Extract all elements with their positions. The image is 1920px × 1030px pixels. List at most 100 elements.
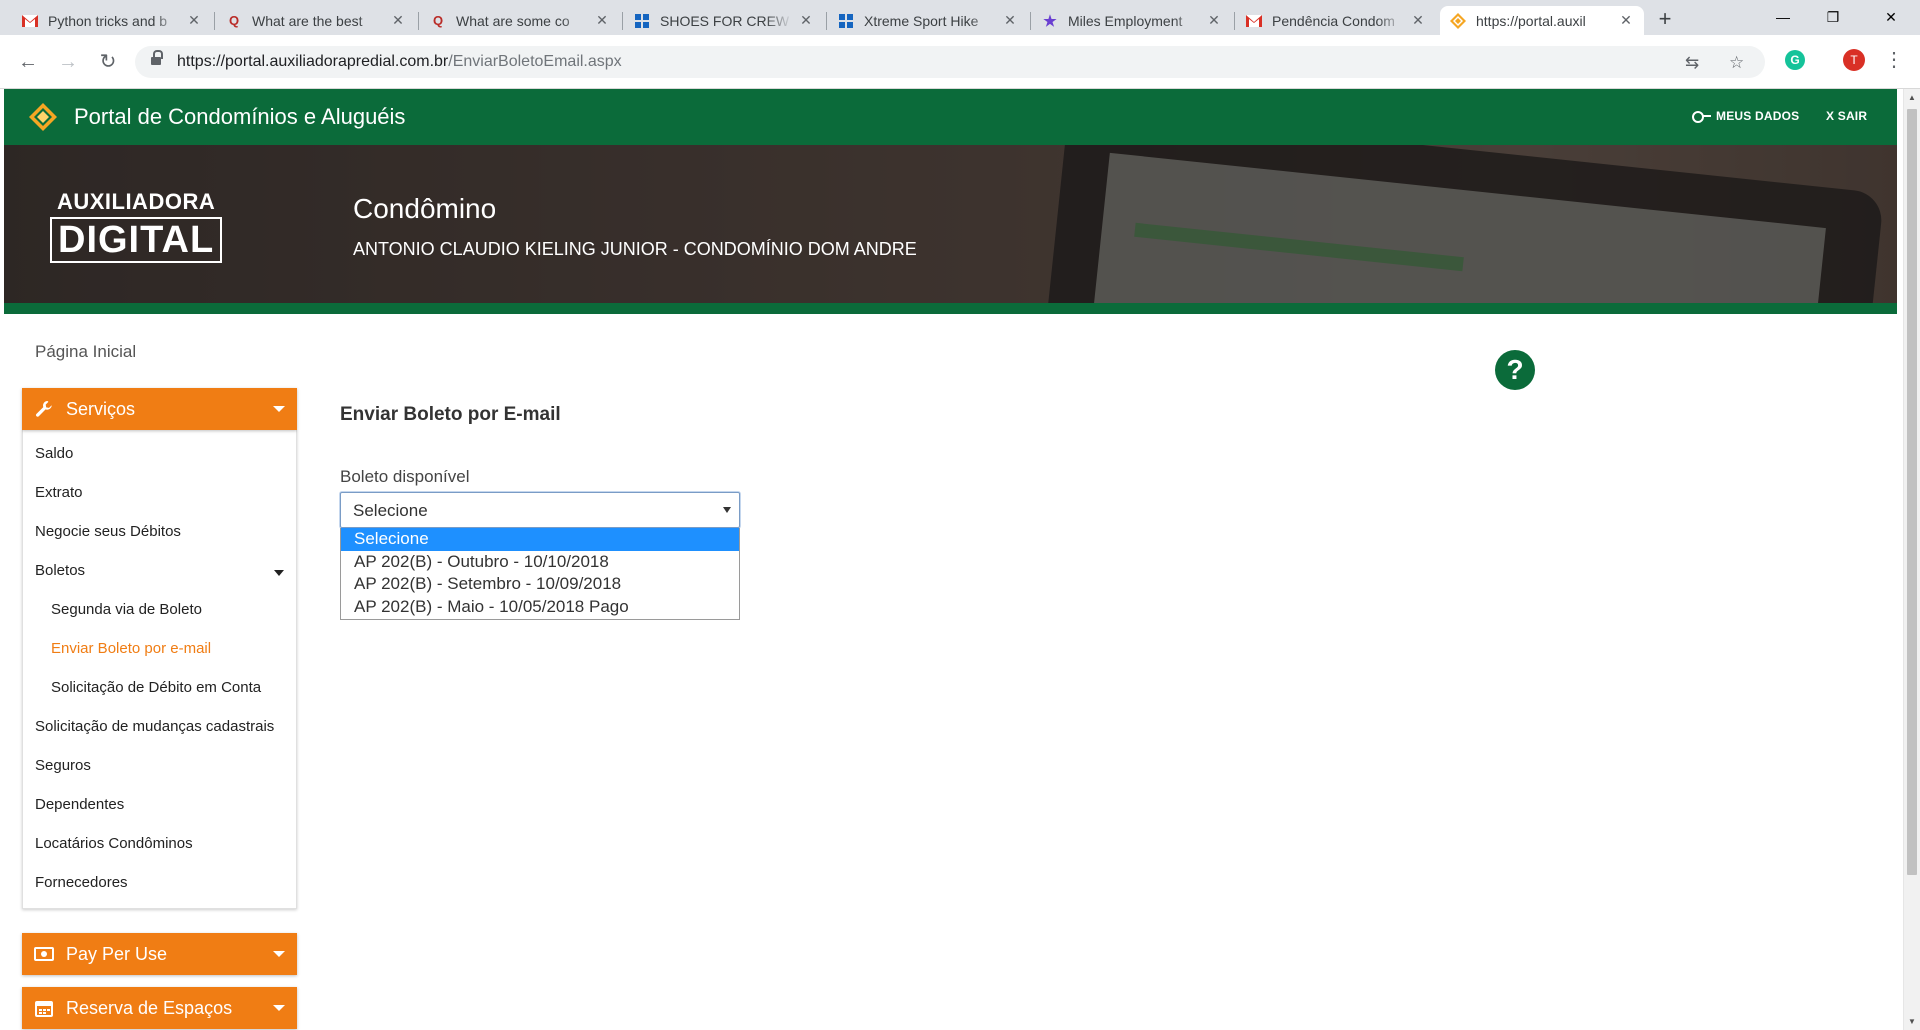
browser-tab-bar: Python tricks and b ✕ Q What are the bes… <box>0 0 1920 35</box>
money-icon <box>34 945 54 963</box>
tab-close-icon[interactable]: ✕ <box>186 12 202 29</box>
tab-portal-active[interactable]: https://portal.auxil ✕ <box>1440 6 1644 35</box>
minimize-button[interactable]: — <box>1760 0 1806 35</box>
translate-icon[interactable]: ⇆ <box>1685 53 1699 73</box>
sidebar-item-fornecedores[interactable]: Fornecedores <box>23 863 296 902</box>
gmail-icon <box>22 13 38 29</box>
pay-per-use-panel-header[interactable]: Pay Per Use <box>22 933 297 975</box>
tab-close-icon[interactable]: ✕ <box>1002 12 1018 29</box>
tab-miles-employment[interactable]: ★ Miles Employment ✕ <box>1032 6 1232 35</box>
tab-close-icon[interactable]: ✕ <box>1410 12 1426 29</box>
tab-close-icon[interactable]: ✕ <box>594 12 610 29</box>
services-panel-header[interactable]: Serviços <box>22 388 297 430</box>
globe-icon <box>838 13 854 29</box>
boleto-select-value: Selecione <box>353 501 428 520</box>
sidebar-item-saldo[interactable]: Saldo <box>23 434 296 473</box>
dropdown-option[interactable]: AP 202(B) - Maio - 10/05/2018 Pago <box>341 596 739 619</box>
page-title: Enviar Boleto por E-mail <box>340 404 561 425</box>
url-host: https://portal.auxiliadorapredial.com.br <box>177 53 449 70</box>
back-arrow-icon[interactable]: ← <box>14 48 42 76</box>
tab-close-icon[interactable]: ✕ <box>1618 12 1634 29</box>
wrench-icon <box>34 400 54 418</box>
dropdown-option[interactable]: Selecione <box>341 528 739 551</box>
sidebar-item-mudancas-cadastrais[interactable]: Solicitação de mudanças cadastrais <box>23 707 296 746</box>
hero-overlay <box>4 145 1897 303</box>
sidebar-item-boletos[interactable]: Boletos <box>23 551 296 590</box>
url-path: /EnviarBoletoEmail.aspx <box>448 53 622 70</box>
boleto-dropdown-list: Selecione AP 202(B) - Outubro - 10/10/20… <box>340 528 740 620</box>
boleto-field-label: Boleto disponível <box>340 467 470 486</box>
sidebar-item-enviar-boleto-email[interactable]: Enviar Boleto por e-mail <box>23 629 296 668</box>
bookmark-star-icon[interactable]: ☆ <box>1729 53 1744 73</box>
my-data-link[interactable]: MEUS DADOS <box>1692 109 1799 123</box>
tab-title: SHOES FOR CREW <box>660 12 790 29</box>
user-name: ANTONIO CLAUDIO KIELING JUNIOR - CONDOMÍ… <box>353 239 917 259</box>
page-viewport: Portal de Condomínios e Aluguéis MEUS DA… <box>0 89 1920 1030</box>
forward-arrow-icon[interactable]: → <box>54 48 82 76</box>
scrollbar-thumb[interactable] <box>1907 109 1917 875</box>
reload-icon[interactable]: ↻ <box>94 48 122 76</box>
quora-icon: Q <box>228 13 240 28</box>
tab-what-are-best[interactable]: Q What are the best ✕ <box>216 6 416 35</box>
help-button[interactable]: ? <box>1495 350 1535 390</box>
my-data-label: MEUS DADOS <box>1716 109 1800 123</box>
boleto-select[interactable]: Selecione <box>340 492 740 528</box>
tab-python-tricks[interactable]: Python tricks and b ✕ <box>12 6 212 35</box>
tab-separator <box>1234 12 1235 30</box>
sidebar-item-negocie-debitos[interactable]: Negocie seus Débitos <box>23 512 296 551</box>
tab-title: Python tricks and b <box>48 12 168 29</box>
scroll-up-icon[interactable]: ▲ <box>1908 93 1916 102</box>
sidebar-item-segunda-via[interactable]: Segunda via de Boleto <box>23 590 296 629</box>
sidebar-item-debito-em-conta[interactable]: Solicitação de Débito em Conta <box>23 668 296 707</box>
tab-xtreme-sport[interactable]: Xtreme Sport Hike ✕ <box>828 6 1028 35</box>
portal-logo-icon <box>29 103 57 131</box>
tab-close-icon[interactable]: ✕ <box>798 12 814 29</box>
site-header: Portal de Condomínios e Aluguéis MEUS DA… <box>4 89 1897 145</box>
tab-title: Pendência Condom <box>1272 12 1395 29</box>
dropdown-option[interactable]: AP 202(B) - Outubro - 10/10/2018 <box>341 551 739 574</box>
tab-separator <box>418 12 419 30</box>
pay-per-use-label: Pay Per Use <box>66 943 168 964</box>
tab-close-icon[interactable]: ✕ <box>1206 12 1222 29</box>
tab-title: What are the best <box>252 12 363 29</box>
tab-close-icon[interactable]: ✕ <box>390 12 406 29</box>
grammarly-extension-icon[interactable]: G <box>1785 50 1805 70</box>
reserva-espacos-label: Reserva de Espaços <box>66 997 233 1018</box>
quora-icon: Q <box>432 13 444 28</box>
services-menu: Saldo Extrato Negocie seus Débitos Bolet… <box>22 430 297 909</box>
user-role: Condômino <box>353 193 497 224</box>
tab-pendencia[interactable]: Pendência Condom ✕ <box>1236 6 1436 35</box>
sidebar-item-dependentes[interactable]: Dependentes <box>23 785 296 824</box>
logo-line1: AUXILIADORA <box>56 189 216 214</box>
breadcrumb[interactable]: Página Inicial <box>35 342 136 362</box>
lock-icon <box>151 50 163 67</box>
new-tab-button[interactable]: + <box>1651 6 1679 34</box>
sidebar-item-locatarios-condominos[interactable]: Locatários Condôminos <box>23 824 296 863</box>
browser-menu-icon[interactable]: ⋮ <box>1884 47 1904 72</box>
sidebar-item-label: Boletos <box>35 562 86 579</box>
calendar-icon <box>34 999 54 1017</box>
tab-what-are-some[interactable]: Q What are some co ✕ <box>420 6 620 35</box>
brand-title: Portal de Condomínios e Aluguéis <box>74 104 406 129</box>
portal-diamond-icon <box>1450 12 1466 29</box>
browser-toolbar: ← → ↻ https://portal.auxiliadorapredial.… <box>0 35 1920 89</box>
sidebar-item-seguros[interactable]: Seguros <box>23 746 296 785</box>
globe-icon <box>634 13 650 29</box>
tab-separator <box>1030 12 1031 30</box>
star-icon: ★ <box>1043 12 1057 30</box>
tab-title: Xtreme Sport Hike <box>864 12 979 29</box>
tab-shoes-for-crew[interactable]: SHOES FOR CREW ✕ <box>624 6 824 35</box>
close-window-button[interactable]: ✕ <box>1868 0 1914 35</box>
logout-link[interactable]: X SAIR <box>1826 109 1867 123</box>
restore-button[interactable]: ❐ <box>1810 0 1856 35</box>
profile-avatar[interactable]: T <box>1843 49 1865 71</box>
page-scrollbar[interactable]: ▲ ▼ <box>1903 89 1920 1030</box>
scroll-down-icon[interactable]: ▼ <box>1908 1017 1916 1026</box>
tab-title: https://portal.auxil <box>1476 12 1586 29</box>
dropdown-option[interactable]: AP 202(B) - Setembro - 10/09/2018 <box>341 573 739 596</box>
address-bar[interactable]: https://portal.auxiliadorapredial.com.br… <box>135 46 1765 78</box>
reserva-espacos-panel-header[interactable]: Reserva de Espaços <box>22 987 297 1029</box>
sidebar-item-extrato[interactable]: Extrato <box>23 473 296 512</box>
auxiliadora-digital-logo: AUXILIADORA DIGITAL <box>50 189 223 263</box>
tab-separator <box>826 12 827 30</box>
